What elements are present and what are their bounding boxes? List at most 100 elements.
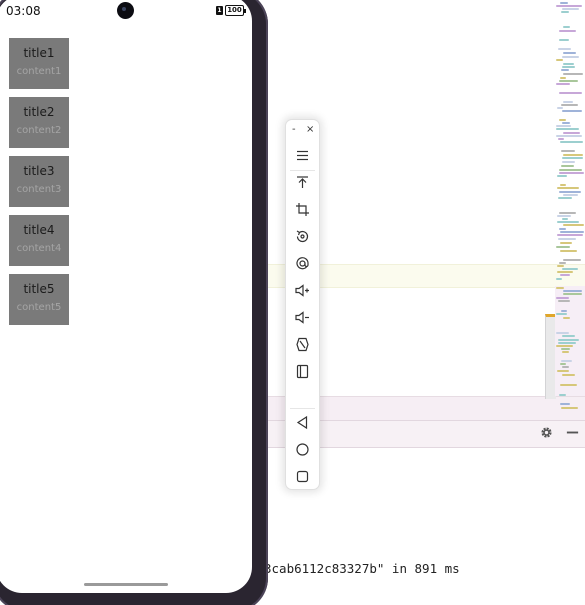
minimap-line [562,157,583,159]
card-title: title2 [23,105,55,119]
recents-icon[interactable] [294,468,311,485]
volume-down-icon[interactable] [294,309,311,326]
minimap-line [556,59,563,61]
minimap-line [560,363,566,365]
card-content: content3 [16,184,62,195]
minimap-line [559,119,566,121]
minimap-line [559,212,576,214]
minus-icon[interactable] [564,425,580,441]
minimap-line [558,342,576,344]
minimap-line [561,150,575,152]
rotate-icon[interactable] [294,228,311,245]
minimap-line [561,104,578,106]
card-content: content4 [16,243,62,254]
minimize-button[interactable]: - [292,123,296,137]
menu-icon[interactable] [294,147,311,164]
minimap-line [558,197,572,199]
minimap-line [558,339,579,341]
minimap-line [556,287,564,289]
minimap-line [557,107,563,109]
back-icon[interactable] [294,414,311,431]
home-indicator[interactable] [84,583,168,586]
minimap-line [563,26,570,28]
minimap-line [557,271,573,273]
minimap-line [559,394,566,396]
minimap-line [556,278,562,280]
minimap-line [562,218,568,220]
minimap-line [563,194,578,196]
minimap-line [559,228,566,230]
volume-up-icon[interactable] [294,282,311,299]
minimap-line [558,238,576,240]
list-item[interactable]: title3 content3 [9,156,69,207]
shake-icon[interactable] [294,336,311,353]
minimap-line [559,92,582,94]
minimap-line [562,335,575,337]
minimap-line [563,73,583,75]
list-item[interactable]: title2 content2 [9,97,69,148]
minimap-line [562,122,570,124]
minimap-line [557,187,579,189]
minimap-line [563,132,580,134]
card-list: title1 content1 title2 content2 title3 c… [9,38,69,333]
minimap-line [560,274,570,276]
minimap-line [560,184,566,186]
card-title: title5 [23,282,55,296]
minimap-line [562,374,575,376]
minimap-line [563,290,582,292]
minimap-line [556,125,571,127]
minimap-line [558,300,570,302]
code-minimap[interactable] [556,0,585,420]
minimap-line [560,403,570,405]
gear-icon[interactable] [538,425,554,441]
minimap-line [561,11,569,13]
minimap-line [562,56,579,58]
minimap-line [557,234,583,236]
minimap-line [560,77,566,79]
minimap-line [563,154,583,156]
minimap-line [562,8,579,10]
list-item[interactable]: title5 content5 [9,274,69,325]
minimap-line [560,2,568,4]
card-title: title1 [23,46,55,60]
pin-to-top-icon[interactable] [294,174,311,191]
minimap-line [559,39,569,41]
list-item[interactable]: title1 content1 [9,38,69,89]
minimap-line [562,268,578,270]
minimap-line [561,348,570,350]
sim-card-icon: 1 [216,6,223,15]
minimap-line [556,135,582,137]
minimap-line [556,246,570,248]
location-icon[interactable] [294,255,311,272]
minimap-line [560,231,584,233]
fold-icon[interactable] [294,363,311,380]
crop-screenshot-icon[interactable] [294,201,311,218]
minimap-line [556,128,579,130]
home-icon[interactable] [294,441,311,458]
minimap-line [562,366,569,368]
minimap-line [557,221,579,223]
phone-screen[interactable]: 03:08 1 100 title1 content1 title2 conte… [0,0,252,593]
status-time: 03:08 [6,4,41,18]
close-button[interactable]: × [306,123,314,137]
minimap-line [556,345,573,347]
minimap-line [556,83,570,85]
minimap-line [557,370,569,372]
minimap-line [563,259,581,261]
minimap-line [563,101,573,103]
toolbar-divider [290,408,315,409]
minimap-line [558,48,571,50]
card-content: content1 [16,66,62,77]
minimap-line [559,80,578,82]
minimap-line [563,317,570,319]
minimap-line [557,215,571,217]
list-item[interactable]: title4 content4 [9,215,69,266]
minimap-line [562,66,575,68]
minimap-line [559,262,566,264]
minimap-line [563,293,582,295]
minimap-line [563,63,574,65]
card-content: content5 [16,302,62,313]
minimap-line [556,313,567,315]
minimap-line [561,165,574,167]
minimap-line [563,224,584,226]
